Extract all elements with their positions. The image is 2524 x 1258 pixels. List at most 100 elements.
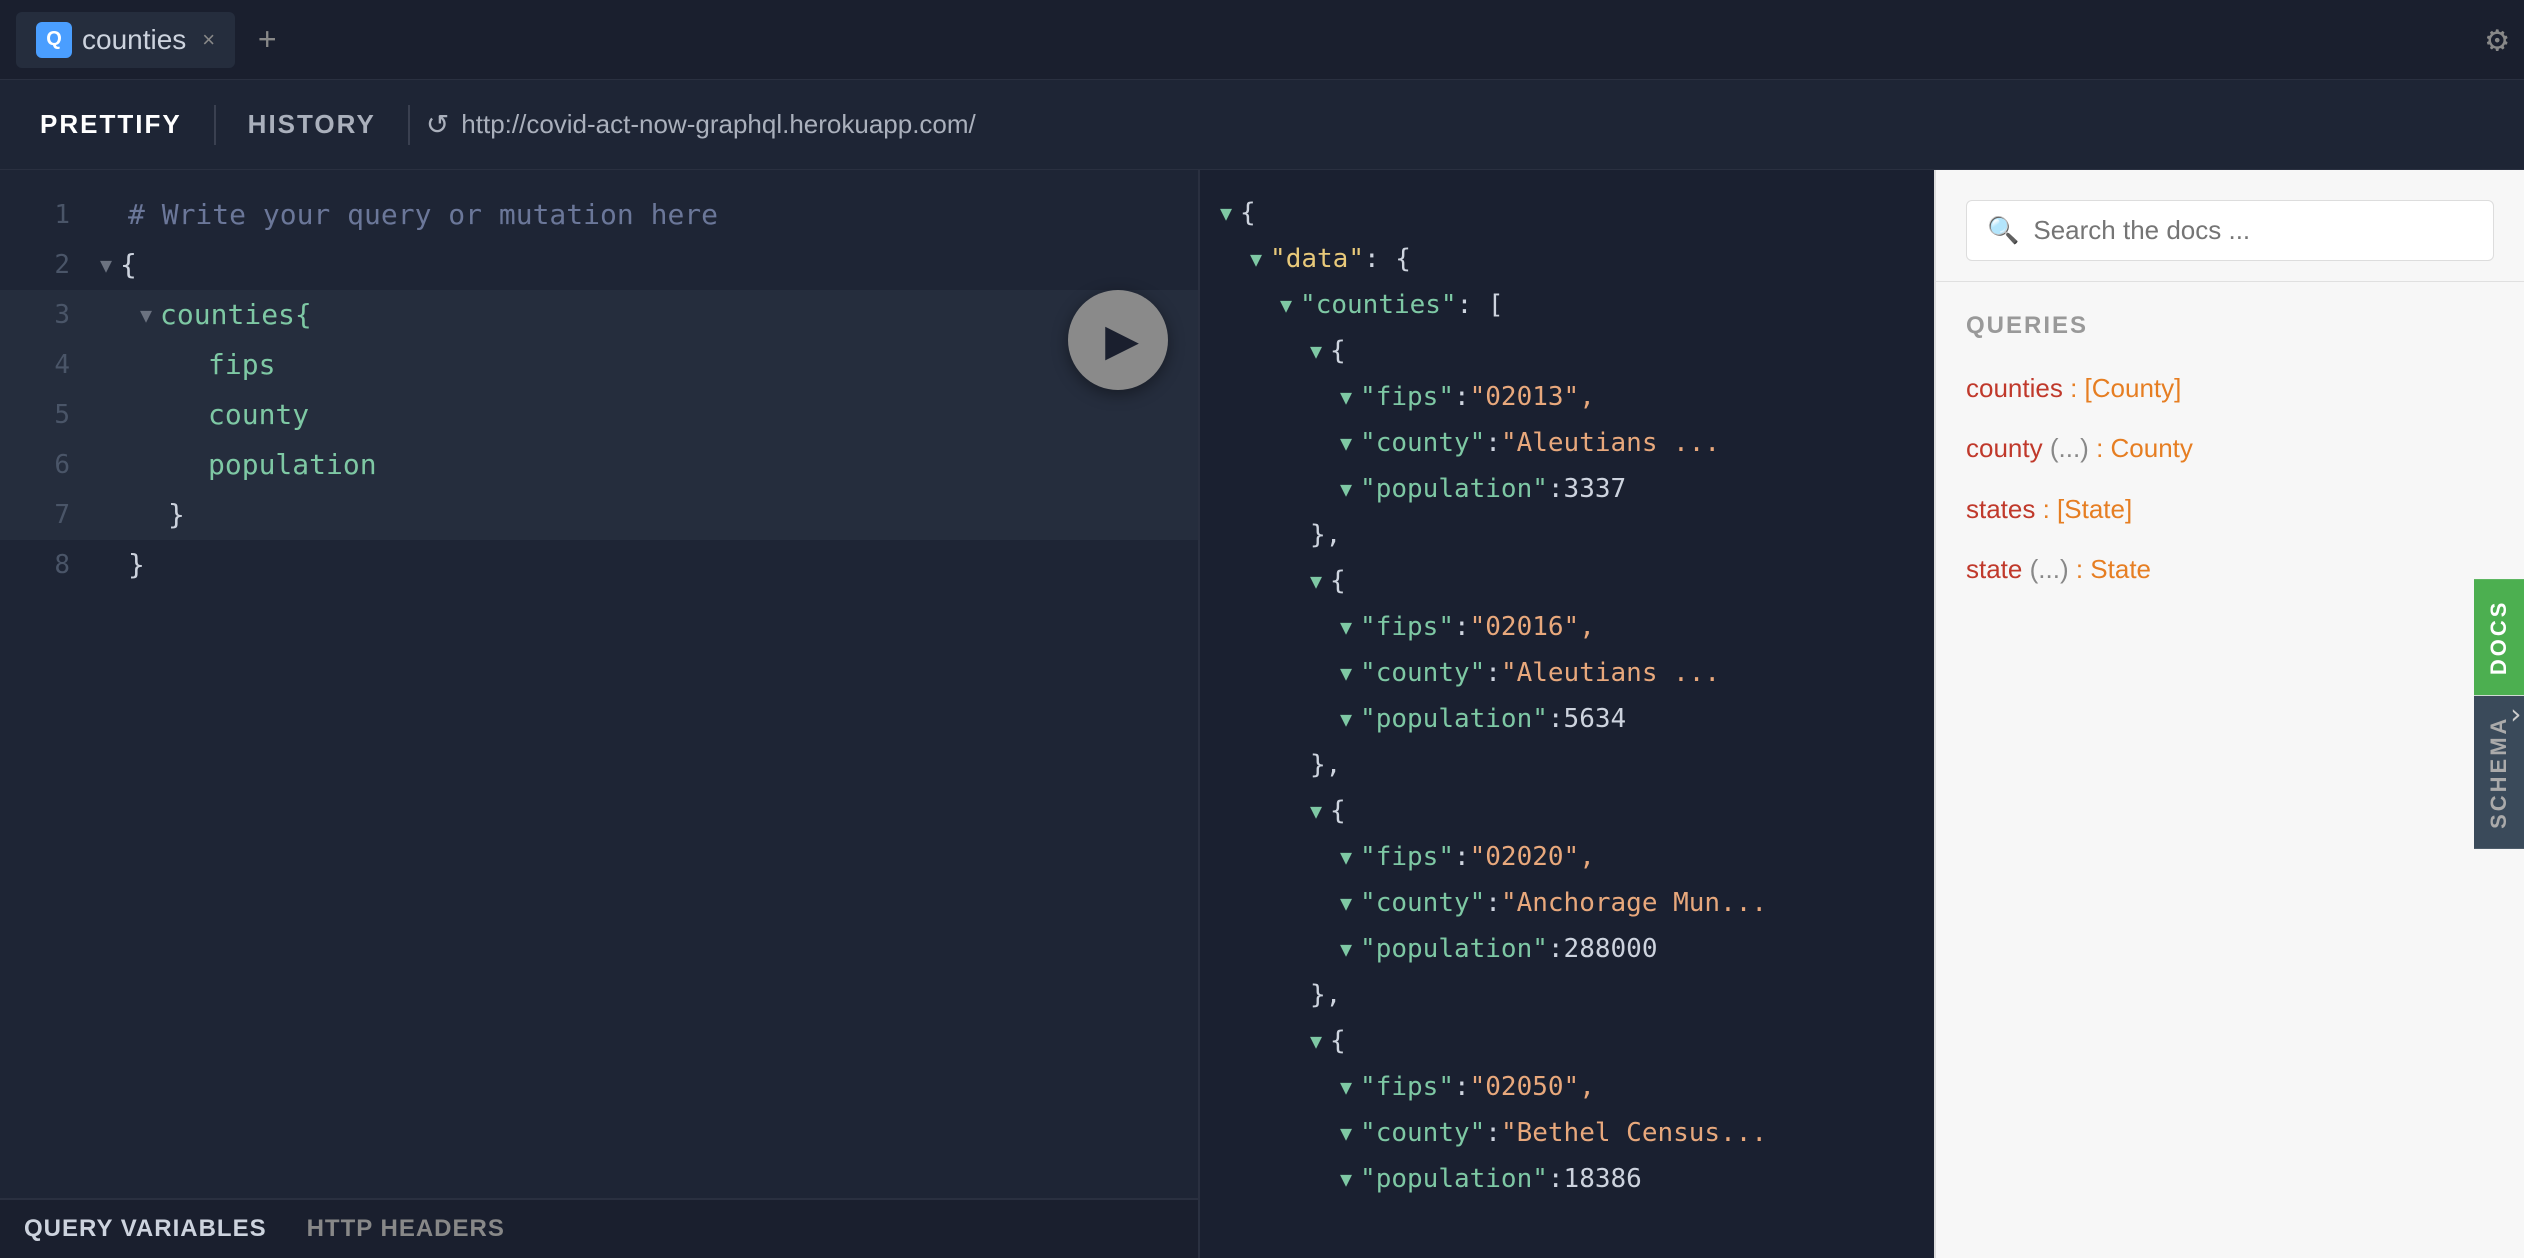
collapse-tri[interactable]: ▼ bbox=[1280, 282, 1292, 328]
json-key: "population" bbox=[1360, 466, 1548, 512]
json-value: 18386 bbox=[1564, 1156, 1642, 1202]
json-brace: { bbox=[1330, 1018, 1346, 1064]
json-key: "county" bbox=[1360, 880, 1485, 926]
line-content: # Write your query or mutation here bbox=[128, 190, 718, 240]
collapse-tri[interactable]: ▼ bbox=[1340, 926, 1352, 972]
docs-item[interactable]: counties : [County] bbox=[1966, 370, 2494, 406]
docs-item[interactable]: state (...) : State bbox=[1966, 551, 2494, 587]
collapse-tri[interactable]: ▼ bbox=[1340, 834, 1352, 880]
json-brace: }, bbox=[1310, 512, 1341, 558]
docs-expand-arrow[interactable]: › bbox=[2507, 698, 2524, 731]
collapse-tri[interactable]: ▼ bbox=[1340, 374, 1352, 420]
prettify-button[interactable]: PRETTIFY bbox=[24, 101, 198, 148]
editor-line: 7 } bbox=[0, 490, 1198, 540]
docs-item-type: : [State] bbox=[2043, 494, 2133, 524]
editor-line: 6 population bbox=[0, 440, 1198, 490]
json-key: "fips" bbox=[1360, 834, 1454, 880]
refresh-icon[interactable]: ↺ bbox=[426, 108, 449, 141]
play-icon: ▶ bbox=[1105, 315, 1139, 366]
tab-bar: Q counties × + ⚙ bbox=[0, 0, 2524, 80]
json-brace: { bbox=[1330, 558, 1346, 604]
result-line: ▼"fips": "02020", bbox=[1220, 834, 1914, 880]
tab-counties[interactable]: Q counties × bbox=[16, 12, 235, 68]
docs-item-paren: (...) bbox=[2030, 554, 2069, 584]
result-line: ▼{ bbox=[1220, 190, 1914, 236]
collapse-tri[interactable]: ▼ bbox=[1310, 788, 1322, 834]
editor-line: 5 county bbox=[0, 390, 1198, 440]
collapse-tri[interactable]: ▼ bbox=[1220, 190, 1232, 236]
http-headers-tab[interactable]: HTTP HEADERS bbox=[307, 1215, 505, 1243]
result-line: ▼"county": "Anchorage Mun... bbox=[1220, 880, 1914, 926]
result-line: ▼"population": 18386 bbox=[1220, 1156, 1914, 1202]
collapse-tri[interactable]: ▼ bbox=[1310, 558, 1322, 604]
docs-item-name: county bbox=[1966, 433, 2043, 463]
collapse-tri[interactable]: ▼ bbox=[1340, 420, 1352, 466]
new-tab-button[interactable]: + bbox=[243, 16, 291, 64]
line-number: 3 bbox=[20, 290, 70, 340]
json-value: 5634 bbox=[1564, 696, 1627, 742]
queries-section-title: QUERIES bbox=[1966, 312, 2494, 340]
search-box[interactable]: 🔍 bbox=[1966, 200, 2494, 261]
collapse-tri[interactable]: ▼ bbox=[1250, 236, 1262, 282]
bottom-bar: QUERY VARIABLES HTTP HEADERS bbox=[0, 1198, 1198, 1258]
json-value: "02016", bbox=[1470, 604, 1595, 650]
line-content: population bbox=[208, 440, 377, 490]
collapse-tri[interactable]: ▼ bbox=[1340, 1064, 1352, 1110]
search-input[interactable] bbox=[2033, 215, 2473, 246]
editor-content[interactable]: 1 # Write your query or mutation here 2 … bbox=[0, 170, 1198, 1198]
collapse-arrow[interactable]: ▼ bbox=[140, 290, 152, 340]
url-text: http://covid-act-now-graphql.herokuapp.c… bbox=[461, 109, 976, 140]
docs-item-paren: (...) bbox=[2050, 433, 2089, 463]
json-value: 3337 bbox=[1564, 466, 1627, 512]
collapse-tri[interactable]: ▼ bbox=[1340, 466, 1352, 512]
docs-item-type: : County bbox=[2096, 433, 2193, 463]
collapse-tri[interactable]: ▼ bbox=[1310, 1018, 1322, 1064]
collapse-tri[interactable]: ▼ bbox=[1340, 650, 1352, 696]
docs-item[interactable]: county (...) : County bbox=[1966, 430, 2494, 466]
collapse-arrow[interactable]: ▼ bbox=[100, 240, 112, 290]
settings-icon[interactable]: ⚙ bbox=[2486, 19, 2508, 60]
result-line: }, bbox=[1220, 742, 1914, 788]
json-key: "fips" bbox=[1360, 1064, 1454, 1110]
result-line: ▼"fips": "02050", bbox=[1220, 1064, 1914, 1110]
line-content: } bbox=[168, 490, 185, 540]
json-value: 288000 bbox=[1564, 926, 1658, 972]
tab-close-button[interactable]: × bbox=[202, 27, 215, 53]
result-line: ▼{ bbox=[1220, 1018, 1914, 1064]
result-line: ▼"population": 288000 bbox=[1220, 926, 1914, 972]
docs-tab[interactable]: DOCS bbox=[2474, 580, 2524, 696]
result-line: ▼"counties": [ bbox=[1220, 282, 1914, 328]
json-key: "population" bbox=[1360, 696, 1548, 742]
collapse-tri[interactable]: ▼ bbox=[1340, 880, 1352, 926]
line-number: 4 bbox=[20, 340, 70, 390]
collapse-tri[interactable]: ▼ bbox=[1340, 1110, 1352, 1156]
json-key: "county" bbox=[1360, 650, 1485, 696]
docs-item[interactable]: states : [State] bbox=[1966, 491, 2494, 527]
json-key: "population" bbox=[1360, 926, 1548, 972]
editor-line: 3 ▼ counties{ bbox=[0, 290, 1198, 340]
run-button[interactable]: ▶ bbox=[1068, 290, 1168, 390]
json-key: "county" bbox=[1360, 1110, 1485, 1156]
collapse-tri[interactable]: ▼ bbox=[1340, 604, 1352, 650]
docs-item-type: : State bbox=[2076, 554, 2151, 584]
json-key: "population" bbox=[1360, 1156, 1548, 1202]
result-line: ▼"population": 3337 bbox=[1220, 466, 1914, 512]
line-number: 5 bbox=[20, 390, 70, 440]
history-button[interactable]: HISTORY bbox=[232, 101, 392, 148]
docs-item-name: state bbox=[1966, 554, 2022, 584]
result-panel: ▼{▼"data": {▼"counties": [▼{▼"fips": "02… bbox=[1200, 170, 1934, 1258]
line-content: county bbox=[208, 390, 309, 440]
docs-item-name: states bbox=[1966, 494, 2035, 524]
json-brace: }, bbox=[1310, 972, 1341, 1018]
query-variables-tab[interactable]: QUERY VARIABLES bbox=[24, 1215, 267, 1243]
url-bar: ↺ http://covid-act-now-graphql.herokuapp… bbox=[426, 108, 976, 141]
collapse-tri[interactable]: ▼ bbox=[1340, 1156, 1352, 1202]
collapse-tri[interactable]: ▼ bbox=[1310, 328, 1322, 374]
line-content: counties{ bbox=[160, 290, 312, 340]
collapse-tri[interactable]: ▼ bbox=[1340, 696, 1352, 742]
line-number: 6 bbox=[20, 440, 70, 490]
json-value: "Aleutians ... bbox=[1501, 420, 1720, 466]
tab-icon: Q bbox=[36, 22, 72, 58]
toolbar: PRETTIFY HISTORY ↺ http://covid-act-now-… bbox=[0, 80, 2524, 170]
result-line: ▼"county": "Bethel Census... bbox=[1220, 1110, 1914, 1156]
